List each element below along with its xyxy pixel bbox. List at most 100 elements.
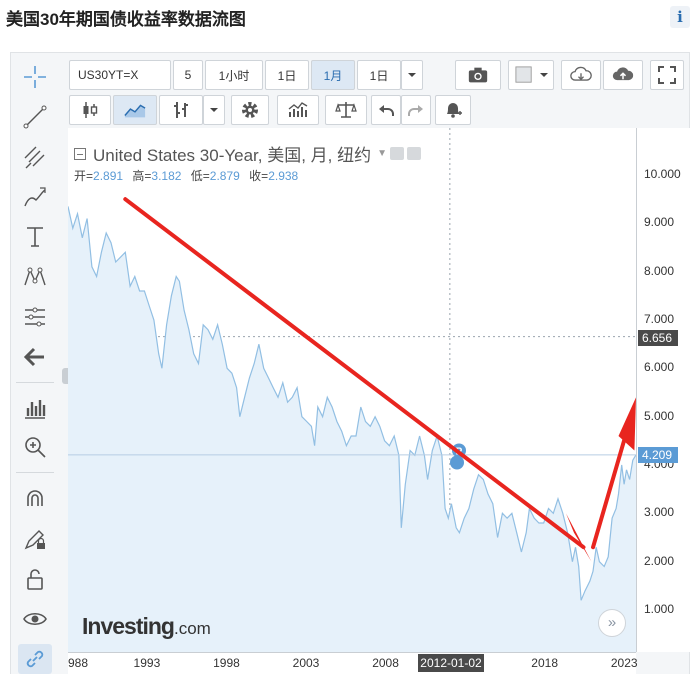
- area-chart-button[interactable]: [113, 95, 157, 125]
- link-tool[interactable]: [18, 644, 52, 674]
- collapse-legend-button[interactable]: [74, 147, 86, 160]
- info-icon[interactable]: i: [670, 6, 690, 28]
- price-tick-label: 8.000: [644, 263, 675, 278]
- price-tick-label: 9.000: [644, 215, 675, 230]
- pitchfork-tool[interactable]: [18, 142, 52, 172]
- price-tick-label: 1.000: [644, 602, 675, 616]
- link-icon: [26, 650, 44, 668]
- crosshair-tool[interactable]: [18, 62, 52, 92]
- interval-1day-button[interactable]: 1日: [265, 60, 309, 90]
- camera-icon: [468, 67, 488, 83]
- candlestick-button[interactable]: [69, 95, 111, 125]
- screenshot-button[interactable]: [455, 60, 501, 90]
- text-tool[interactable]: [18, 222, 52, 252]
- up-trend-arrowhead: [618, 397, 636, 451]
- multiplier-input[interactable]: 5: [173, 60, 203, 90]
- low-label: 低=: [190, 169, 210, 183]
- high-value: 3.182: [151, 169, 182, 183]
- yield-chart-svg: P: [68, 128, 636, 652]
- compare-button[interactable]: [325, 95, 367, 125]
- settings-button[interactable]: [231, 95, 269, 125]
- time-tick-label: 2018: [531, 656, 558, 670]
- undo-icon: [379, 105, 394, 116]
- bottom-strip: [0, 674, 700, 679]
- pitchfork-icon: [24, 146, 45, 169]
- symbol-input[interactable]: US30YT=X: [69, 60, 171, 90]
- ohlc-readout: 开=2.891 高=3.182 低=2.879 收=2.938: [74, 167, 304, 184]
- dropdown-arrow-icon: [540, 73, 548, 77]
- pattern-icon: [24, 267, 46, 286]
- lock-drawing-icon: [24, 530, 45, 550]
- magnet-icon: [27, 490, 43, 506]
- legend-dropdown-icon[interactable]: ▼: [377, 148, 387, 159]
- visibility-tool[interactable]: [18, 604, 52, 634]
- event-marker-lower: [450, 455, 465, 470]
- investing-logo: Investing.com: [82, 613, 211, 640]
- crosshair-price-label: 6.656: [638, 330, 678, 346]
- crosshair-time-label: 2012-01-02: [418, 654, 484, 672]
- cloud-download-icon: [570, 66, 592, 81]
- download-button[interactable]: [561, 60, 601, 90]
- color-swatch-icon: [515, 66, 532, 83]
- interval-1hour-button[interactable]: 1小时: [205, 60, 263, 90]
- undo-button[interactable]: [371, 95, 401, 125]
- time-tick-label: 1993: [133, 656, 161, 670]
- candlestick-icon: [83, 102, 98, 118]
- upload-button[interactable]: [603, 60, 643, 90]
- pattern-tool[interactable]: [18, 262, 52, 292]
- scroll-to-latest-button[interactable]: »: [598, 609, 626, 637]
- indicators-button[interactable]: [277, 95, 319, 125]
- interval-custom-button[interactable]: 1日: [357, 60, 401, 90]
- bar-style-icon: [174, 102, 188, 118]
- chart-legend: United States 30-Year, 美国, 月, 纽约 ▼: [74, 141, 422, 166]
- high-label: 高=: [132, 169, 152, 183]
- compare-scale-icon: [335, 102, 357, 118]
- fullscreen-button[interactable]: [650, 60, 684, 90]
- chevron-down-icon: [408, 73, 416, 77]
- close-label: 收=: [249, 169, 269, 183]
- redo-icon: [408, 105, 423, 116]
- depth-tool[interactable]: [18, 394, 52, 424]
- magnet-tool[interactable]: [18, 484, 52, 514]
- back-tool[interactable]: [18, 342, 52, 372]
- interval-dropdown-button[interactable]: [401, 60, 423, 90]
- price-axis[interactable]: [636, 128, 690, 652]
- text-tool-icon: [27, 227, 43, 247]
- color-picker-button[interactable]: [508, 60, 554, 90]
- panel-resize-handle[interactable]: [62, 368, 68, 384]
- redo-button[interactable]: [401, 95, 431, 125]
- time-tick-label: 2003: [292, 656, 320, 670]
- trend-line-tool[interactable]: [18, 102, 52, 132]
- drawing-toolbar: [12, 60, 58, 679]
- lock-drawing-tool[interactable]: [18, 524, 52, 554]
- series-area-fill: [68, 206, 636, 652]
- area-chart-icon: [124, 104, 146, 118]
- trend-line-icon: [23, 105, 47, 129]
- logo-brand: Investing: [82, 613, 175, 639]
- time-tick-label: 2023: [610, 656, 638, 670]
- price-tick-label: 3.000: [644, 505, 675, 520]
- chevron-down-icon: [210, 108, 218, 112]
- unlock-tool[interactable]: [18, 564, 52, 594]
- zoom-in-tool[interactable]: [18, 432, 52, 462]
- interval-1month-button[interactable]: 1月: [311, 60, 355, 90]
- bar-style-button[interactable]: [159, 95, 203, 125]
- add-alert-button[interactable]: [435, 95, 471, 125]
- legend-close-button[interactable]: [407, 147, 422, 160]
- depth-icon: [25, 400, 46, 419]
- price-tick-label: 5.000: [644, 408, 675, 423]
- indicators-icon: [288, 102, 308, 117]
- crosshair-icon: [24, 66, 46, 88]
- time-tick-label: 2008: [372, 656, 399, 670]
- fullscreen-icon: [658, 66, 676, 84]
- unlock-icon: [27, 569, 43, 590]
- fib-tool[interactable]: [18, 302, 52, 332]
- eye-icon: [23, 612, 47, 626]
- legend-settings-button[interactable]: [390, 147, 405, 160]
- chart-type-dropdown[interactable]: [203, 95, 225, 125]
- cloud-upload-icon: [612, 67, 634, 81]
- brush-tool[interactable]: [18, 182, 52, 212]
- logo-suffix: .com: [173, 619, 211, 638]
- chart-plot-area[interactable]: P: [68, 128, 636, 652]
- current-price-label: 4.209: [638, 447, 678, 463]
